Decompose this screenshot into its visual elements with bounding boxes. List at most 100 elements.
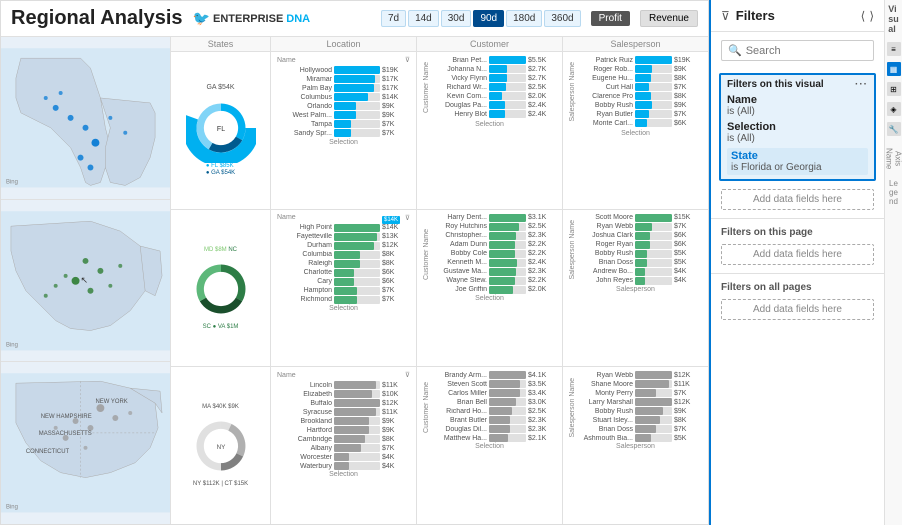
profit-button[interactable]: Profit xyxy=(591,11,630,26)
customer-filter-row-2: Customer Name Harry Dent...$3.1K Roy Hut… xyxy=(423,214,556,295)
salesperson-header: Salesperson xyxy=(563,37,708,51)
customer-name-label-2: Customer Name xyxy=(423,229,430,280)
filters-panel: ⊽ Filters ⟨ ⟩ 🔍 Filters on this visual ·… xyxy=(709,0,884,525)
filters-back-icon[interactable]: ⟨ xyxy=(861,9,866,23)
map-panel-3[interactable]: NEW HAMPSHIRE MASSACHUSETTS CONNECTICUT … xyxy=(1,362,170,524)
axis-label: AxisName xyxy=(885,148,902,169)
location-header: Location xyxy=(271,37,417,51)
svg-text:NY: NY xyxy=(216,444,226,451)
name-label-1: Name xyxy=(277,57,296,64)
add-fields-page-btn[interactable]: Add data fields here xyxy=(721,244,874,265)
time-button-group: 7d 14d 30d 90d 180d 360d xyxy=(381,10,581,27)
name-label-2: Name xyxy=(277,214,296,221)
filter-icon-1[interactable]: ⊽ xyxy=(405,56,410,64)
donut-chart-1: FL xyxy=(186,93,256,163)
donut-1[interactable]: GA $54K FL ● FL $85K ● GA $54 xyxy=(171,52,271,209)
map-panel-2[interactable]: ↖ Bing xyxy=(1,200,170,363)
map-svg-2: ↖ Bing xyxy=(1,200,170,362)
svg-text:CONNECTICUT: CONNECTICUT xyxy=(26,449,70,455)
filters-nav: ⟨ ⟩ xyxy=(861,9,874,23)
svg-text:Bing: Bing xyxy=(6,179,18,185)
customer-section-3: Customer Name Brandy Arm...$4.1K Steven … xyxy=(417,367,563,524)
svg-text:Bing: Bing xyxy=(6,342,18,348)
donut-2[interactable]: MD $8M NC SC ● VA $1M xyxy=(171,210,271,367)
data-row-3: MA $40K $9K NY NY $112K | CT $15K xyxy=(171,367,708,524)
donut-chart-3: NY xyxy=(186,411,256,481)
time-btn-30d[interactable]: 30d xyxy=(441,10,472,27)
salesperson-name-label-1: Salesperson Name xyxy=(569,62,576,122)
vis-icon-3[interactable]: ⊞ xyxy=(887,82,901,96)
svg-text:NEW YORK: NEW YORK xyxy=(95,399,127,405)
filter-selection-label: Selection xyxy=(727,121,868,133)
filters-visual-dots[interactable]: ··· xyxy=(855,79,868,90)
customer-bars-inner-1: Brian Pet...$5.5K Johanna N...$2.7K Vick… xyxy=(432,56,556,119)
search-icon: 🔍 xyxy=(728,44,742,57)
filter-selection-value: is (All) xyxy=(727,133,868,144)
salesperson-selection-label-1: Selection xyxy=(569,130,702,137)
customer-section-1: Customer Name Brian Pet...$5.5K Johanna … xyxy=(417,52,563,209)
location-bars-2: High Point$14K $14K Fayetteville$13K Dur… xyxy=(277,224,410,304)
salesperson-filter-row-2: Salesperson Name Scott Moore$15K Ryan We… xyxy=(569,214,702,286)
salesperson-section-3: Salesperson Name Ryan Webb$12K Shane Moo… xyxy=(563,367,708,524)
svg-text:FL: FL xyxy=(216,126,224,133)
logo-dna: DNA xyxy=(286,13,310,25)
data-columns: States Location Customer Salesperson GA … xyxy=(171,37,708,524)
filter-icon-3[interactable]: ⊽ xyxy=(405,371,410,379)
salesperson-filter-row-3: Salesperson Name Ryan Webb$12K Shane Moo… xyxy=(569,371,702,443)
salesperson-name-label-2: Salesperson Name xyxy=(569,220,576,280)
vis-label: Visual xyxy=(888,4,899,34)
search-box[interactable]: 🔍 xyxy=(721,40,874,61)
vis-icon-4[interactable]: ◈ xyxy=(887,102,901,116)
location-bars-1: Hollywood$19K Miramar$17K Palm Bay$17K C… xyxy=(277,66,410,137)
name-label-3: Name xyxy=(277,372,296,379)
map-svg-1: Bing xyxy=(1,37,170,199)
time-btn-90d[interactable]: 90d xyxy=(473,10,504,27)
location-selection-label-2: Selection xyxy=(277,305,410,312)
filter-divider-2 xyxy=(711,273,884,274)
filters-on-visual-label: Filters on this visual xyxy=(727,79,824,90)
salesperson-bars-inner-2: Scott Moore$15K Ryan Webb$7K Joshua Clar… xyxy=(578,214,702,286)
vis-icon-2[interactable]: ▦ xyxy=(887,62,901,76)
vis-icon-5[interactable]: 🔧 xyxy=(887,122,901,136)
time-btn-180d[interactable]: 180d xyxy=(506,10,542,27)
time-btn-14d[interactable]: 14d xyxy=(408,10,439,27)
filter-state-value: is Florida or Georgia xyxy=(731,162,864,173)
customer-selection-label-2: Selection xyxy=(423,295,556,302)
filter-name-label: Name xyxy=(727,94,868,106)
data-row-2: MD $8M NC SC ● VA $1M xyxy=(171,210,708,368)
vis-icon-1[interactable]: ≡ xyxy=(887,42,901,56)
location-filter-row-1: Name ⊽ xyxy=(277,56,410,64)
map-column: Bing xyxy=(1,37,171,524)
location-selection-label-1: Selection xyxy=(277,139,410,146)
customer-filter-row-1: Customer Name Brian Pet...$5.5K Johanna … xyxy=(423,56,556,119)
customer-bars-inner-2: Harry Dent...$3.1K Roy Hutchins$2.5K Chr… xyxy=(432,214,556,295)
time-btn-360d[interactable]: 360d xyxy=(544,10,580,27)
filter-selection-item: Selection is (All) xyxy=(727,121,868,144)
donut-info-3: MA $40K $9K xyxy=(202,404,239,410)
customer-header: Customer xyxy=(417,37,563,51)
states-header: States xyxy=(171,37,271,51)
salesperson-section-1: Salesperson Name Patrick Ruiz$19K Roger … xyxy=(563,52,708,209)
salesperson-filter-row-1: Salesperson Name Patrick Ruiz$19K Roger … xyxy=(569,56,702,128)
map-panel-1[interactable]: Bing xyxy=(1,37,170,200)
donut-3[interactable]: MA $40K $9K NY NY $112K | CT $15K xyxy=(171,367,271,524)
salesperson-selection-label-3: Salesperson xyxy=(569,443,702,450)
location-section-3: Name ⊽ Lincoln$11K Elizabeth$10K Buffalo… xyxy=(271,367,417,524)
filters-on-visual-title: Filters on this visual ··· xyxy=(727,79,868,90)
location-bars-3: Lincoln$11K Elizabeth$10K Buffalo$12K Sy… xyxy=(277,381,410,470)
time-btn-7d[interactable]: 7d xyxy=(381,10,406,27)
filters-forward-icon[interactable]: ⟩ xyxy=(869,9,874,23)
filters-on-visual-section: Filters on this visual ··· Name is (All)… xyxy=(719,73,876,181)
revenue-button[interactable]: Revenue xyxy=(640,10,698,27)
customer-name-label-3: Customer Name xyxy=(423,382,430,433)
donut-legend-1: ● FL $85K ● GA $54K xyxy=(206,163,235,176)
filter-icon-2[interactable]: ⊽ xyxy=(405,214,410,222)
report-body: Bing xyxy=(1,37,708,524)
customer-name-label-1: Customer Name xyxy=(423,62,430,113)
add-fields-all-btn[interactable]: Add data fields here xyxy=(721,299,874,320)
main-report-area: Regional Analysis 🐦 ENTERPRISE DNA 7d 14… xyxy=(0,0,709,525)
search-input[interactable] xyxy=(746,45,884,57)
add-fields-visual-btn[interactable]: Add data fields here xyxy=(721,189,874,210)
report-header: Regional Analysis 🐦 ENTERPRISE DNA 7d 14… xyxy=(1,1,708,37)
svg-text:Bing: Bing xyxy=(6,505,18,511)
